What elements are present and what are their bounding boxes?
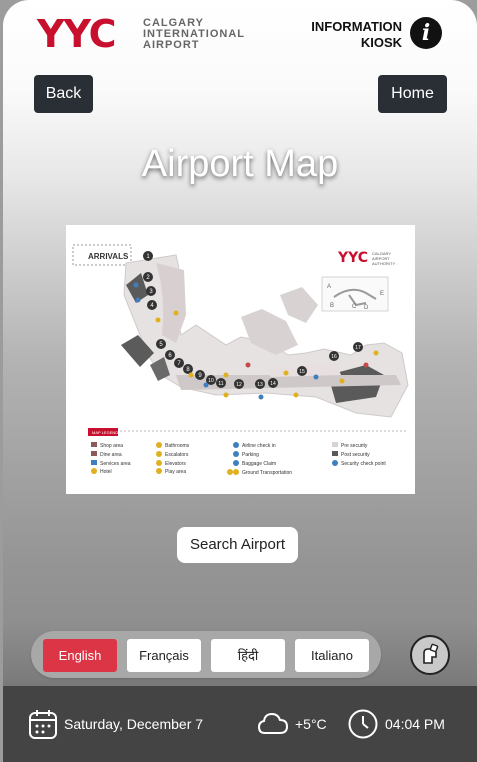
info-icon[interactable]: i <box>410 17 442 49</box>
page-title: Airport Map <box>141 143 339 185</box>
mini-key-map: A B C D E <box>321 276 389 312</box>
legend-item: Ground Transportation <box>242 470 292 476</box>
airport-map-image: ARRIVALS YYC CALGARY AIRPORT AUTHORITY A… <box>66 225 415 494</box>
clock-icon <box>348 709 378 739</box>
legend-item: Post security <box>341 452 370 458</box>
gate-label: 11 <box>218 381 223 387</box>
legend-item: Dine area <box>100 452 122 458</box>
zone-label: E <box>380 291 384 297</box>
logo-text: CALGARY INTERNATIONAL AIRPORT <box>143 18 245 51</box>
zone-label: D <box>364 305 369 311</box>
map-brand-sub: AUTHORITY <box>372 261 395 266</box>
language-english-button[interactable]: English <box>43 639 117 672</box>
yyc-logo: YYC <box>37 12 117 56</box>
logo-line: AIRPORT <box>143 39 200 51</box>
time-text: 04:04 PM <box>385 716 445 732</box>
info-kiosk-label: INFORMATION KIOSK <box>311 19 402 51</box>
language-hindi-button[interactable]: हिंदी <box>211 639 285 672</box>
gate-label: 16 <box>331 354 337 360</box>
accessibility-icon <box>423 643 439 664</box>
legend-item: Parking <box>242 452 259 458</box>
legend-title: MAP LEGEND <box>92 430 118 435</box>
airport-map[interactable]: ARRIVALS YYC CALGARY AIRPORT AUTHORITY A… <box>66 225 415 494</box>
gate-label: 12 <box>236 382 242 388</box>
footer-bar: Saturday, December 7 +5°C 04:04 PM <box>3 686 477 762</box>
info-label-line: KIOSK <box>360 35 402 50</box>
time-display: 04:04 PM <box>347 686 445 762</box>
legend-item: Bathrooms <box>165 443 190 449</box>
cloud-icon <box>257 712 289 734</box>
back-button[interactable]: Back <box>34 75 93 113</box>
weather-display: +5°C <box>257 686 327 762</box>
legend-item: Shop area <box>100 443 123 449</box>
legend-item: Elevators <box>165 461 186 467</box>
map-heading: ARRIVALS <box>88 252 129 261</box>
gate-label: 14 <box>270 381 276 387</box>
home-button[interactable]: Home <box>378 75 447 113</box>
legend-item: Baggage Claim <box>242 461 276 467</box>
language-selector: English Français हिंदी Italiano <box>31 631 381 678</box>
gate-label: 13 <box>257 382 263 388</box>
calendar-icon <box>29 710 57 739</box>
date-text: Saturday, December 7 <box>64 716 204 732</box>
legend-item: Pre security <box>341 443 368 449</box>
date-display: Saturday, December 7 <box>28 686 203 762</box>
legend-item: Hotel <box>100 469 112 475</box>
legend-item: Security check point <box>341 461 386 467</box>
language-italian-button[interactable]: Italiano <box>295 639 369 672</box>
accessibility-button[interactable] <box>410 635 450 675</box>
header: YYC CALGARY INTERNATIONAL AIRPORT INFORM… <box>3 0 477 70</box>
zone-label: C <box>352 304 357 310</box>
legend-item: Escalators <box>165 452 189 458</box>
info-label-line: INFORMATION <box>311 19 402 34</box>
zone-label: A <box>327 284 331 290</box>
zone-label: B <box>330 303 334 309</box>
language-french-button[interactable]: Français <box>127 639 201 672</box>
map-brand: YYC <box>337 250 368 266</box>
search-airport-button[interactable]: Search Airport <box>177 527 298 563</box>
kiosk-screen: YYC CALGARY INTERNATIONAL AIRPORT INFORM… <box>3 0 477 762</box>
legend-item: Services area <box>100 461 131 467</box>
legend-item: Play area <box>165 469 186 475</box>
temperature-text: +5°C <box>295 716 327 732</box>
legend-item: Airline check in <box>242 443 276 449</box>
gate-label: 17 <box>355 345 361 351</box>
gate-label: 15 <box>299 369 305 375</box>
gate-label: 10 <box>208 378 214 384</box>
